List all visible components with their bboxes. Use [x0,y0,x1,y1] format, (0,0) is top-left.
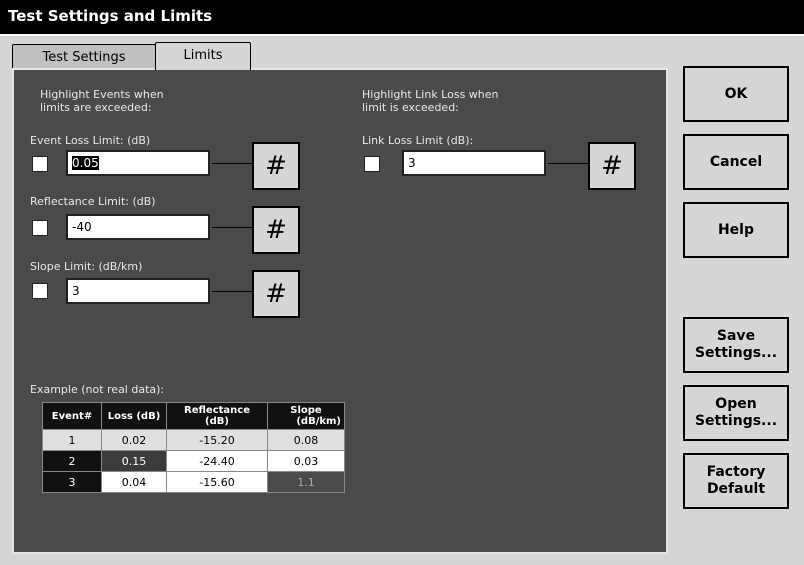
tab-test-settings-label: Test Settings [42,50,126,65]
link-loss-value: 3 [408,156,416,170]
link-loss-heading: Highlight Link Loss when limit is exceed… [362,88,499,114]
dialog-body: Test Settings Limits Highlight Events wh… [0,36,804,565]
link-loss-heading-line1: Highlight Link Loss when [362,88,499,101]
slope-input[interactable]: 3 [66,278,210,304]
event-loss-keypad-button[interactable]: # [252,142,300,190]
header-reflectance: Reflectance (dB) [166,402,268,430]
hash-icon: # [265,151,287,181]
header-reflectance-line1: Reflectance [184,405,250,416]
cell-event: 1 [42,429,102,451]
link-loss-checkbox[interactable] [364,156,380,172]
title-bar: Test Settings and Limits [0,0,804,36]
header-loss: Loss (dB) [101,402,167,430]
table-row: 2 0.15 -24.40 0.03 [42,450,345,472]
link-loss-input[interactable]: 3 [402,150,546,176]
header-event: Event# [42,402,102,430]
cell-slope: 0.03 [267,450,345,472]
open-settings-button[interactable]: Open Settings... [683,385,789,441]
table-row: 1 0.02 -15.20 0.08 [42,429,345,451]
cell-reflectance: -15.60 [166,471,268,493]
reflectance-value: -40 [72,220,92,234]
ok-button[interactable]: OK [683,66,789,122]
factory-default-button[interactable]: Factory Default [683,453,789,509]
event-loss-value: 0.05 [72,156,99,170]
tab-limits-label: Limits [183,48,223,63]
cell-reflectance: -24.40 [166,450,268,472]
hash-icon: # [265,279,287,309]
events-heading-line1: Highlight Events when [40,88,164,101]
cell-event: 3 [42,471,102,493]
slope-label: Slope Limit: (dB/km) [30,260,143,273]
hash-icon: # [265,215,287,245]
slope-checkbox[interactable] [32,283,48,299]
slope-keypad-button[interactable]: # [252,270,300,318]
cell-slope: 1.1 [267,471,345,493]
connector-line [212,291,252,292]
cancel-button[interactable]: Cancel [683,134,789,190]
link-loss-keypad-button[interactable]: # [588,142,636,190]
limits-panel: Highlight Events when limits are exceede… [12,68,668,554]
example-table: Event# Loss (dB) Reflectance (dB) Slope … [42,402,345,493]
cell-loss: 0.04 [101,471,167,493]
save-settings-button[interactable]: Save Settings... [683,317,789,373]
cell-slope: 0.08 [267,429,345,451]
event-loss-input[interactable]: 0.05 [66,150,210,176]
header-reflectance-line2: (dB) [205,416,229,427]
cell-reflectance: -15.20 [166,429,268,451]
window-title: Test Settings and Limits [8,7,213,25]
example-label: Example (not real data): [30,383,165,396]
reflectance-checkbox[interactable] [32,220,48,236]
help-button[interactable]: Help [683,202,789,258]
cell-event: 2 [42,450,102,472]
reflectance-keypad-button[interactable]: # [252,206,300,254]
tab-test-settings[interactable]: Test Settings [12,44,156,70]
event-loss-label: Event Loss Limit: (dB) [30,134,151,147]
events-heading-line2: limits are exceeded: [40,101,152,114]
header-slope-line2: (dB/km) [296,416,341,427]
link-loss-label: Link Loss Limit (dB): [362,134,474,147]
connector-line [548,163,588,164]
slope-value: 3 [72,284,80,298]
table-row: 3 0.04 -15.60 1.1 [42,471,345,493]
header-slope: Slope (dB/km) [267,402,345,430]
cell-loss: 0.15 [101,450,167,472]
event-loss-checkbox[interactable] [32,156,48,172]
cell-loss: 0.02 [101,429,167,451]
table-header-row: Event# Loss (dB) Reflectance (dB) Slope … [42,402,345,430]
header-slope-line1: Slope [290,405,322,416]
connector-line [212,163,252,164]
reflectance-label: Reflectance Limit: (dB) [30,195,156,208]
tab-limits[interactable]: Limits [155,42,251,70]
reflectance-input[interactable]: -40 [66,214,210,240]
link-loss-heading-line2: limit is exceeded: [362,101,459,114]
events-heading: Highlight Events when limits are exceede… [40,88,164,114]
connector-line [212,227,252,228]
hash-icon: # [601,151,623,181]
